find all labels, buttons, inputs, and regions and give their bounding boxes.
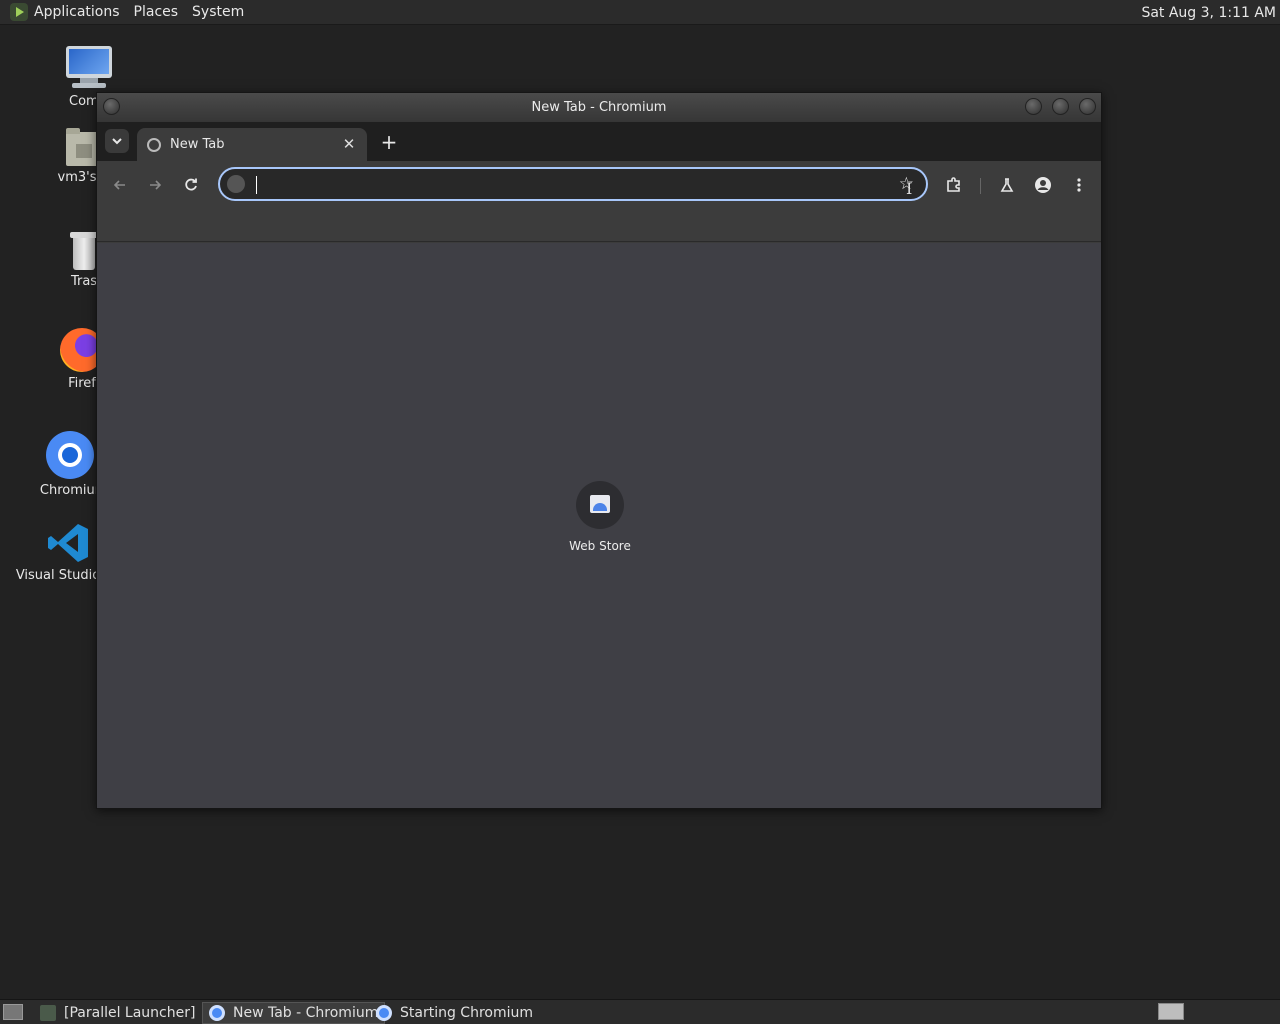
panel-clock[interactable]: Sat Aug 3, 1:11 AM xyxy=(1141,0,1276,25)
applications-menu-label: Applications xyxy=(34,4,120,20)
chevron-down-icon xyxy=(112,138,122,145)
web-store-icon xyxy=(590,495,610,513)
taskbar-item-starting-chromium[interactable]: Starting Chromium xyxy=(370,1002,539,1024)
close-window-icon[interactable] xyxy=(1079,98,1096,115)
distro-logo-icon xyxy=(10,3,28,21)
text-caret xyxy=(256,176,257,194)
new-tab-page: Web Store xyxy=(97,243,1101,808)
window-menu-icon[interactable] xyxy=(103,98,120,115)
arrow-left-icon xyxy=(113,180,125,190)
address-bar[interactable]: I ☆ xyxy=(218,167,928,201)
window-titlebar[interactable]: New Tab - Chromium xyxy=(97,93,1101,122)
vscode-icon xyxy=(46,522,90,564)
tab-new-tab[interactable]: New Tab ✕ xyxy=(137,128,367,161)
globe-icon xyxy=(147,137,161,152)
reload-button[interactable] xyxy=(179,173,203,197)
places-menu-label: Places xyxy=(133,4,179,20)
reload-icon xyxy=(185,178,197,191)
close-tab-icon[interactable]: ✕ xyxy=(339,134,359,154)
puzzle-icon xyxy=(947,177,960,192)
show-desktop-icon[interactable] xyxy=(3,1004,23,1020)
system-menu-label: System xyxy=(192,4,245,20)
desktop-icon-label: Visual Studio xyxy=(15,568,101,583)
bookmark-bar xyxy=(97,207,1101,242)
launcher-icon xyxy=(40,1005,56,1021)
labs-button[interactable] xyxy=(995,173,1019,197)
bottom-taskbar: [Parallel Launcher] New Tab - Chromium S… xyxy=(0,999,1280,1024)
search-engine-icon xyxy=(227,175,245,193)
tab-label: New Tab xyxy=(170,137,225,152)
system-menu[interactable]: System xyxy=(185,0,251,25)
profile-icon xyxy=(1035,177,1051,193)
window-title: New Tab - Chromium xyxy=(531,100,667,115)
new-tab-button[interactable]: + xyxy=(377,130,401,154)
kebab-menu-icon xyxy=(1077,178,1081,192)
trash-icon xyxy=(70,230,98,270)
top-panel: Applications Places System Sat Aug 3, 1:… xyxy=(0,0,1280,25)
chromium-icon xyxy=(209,1005,225,1021)
taskbar-item-parallel-launcher[interactable]: [Parallel Launcher] xyxy=(34,1002,201,1024)
shortcut-label: Web Store xyxy=(569,539,631,553)
shortcut-tile xyxy=(576,481,624,529)
forward-button[interactable] xyxy=(143,173,167,197)
desktop-icon-vscode[interactable]: Visual Studio xyxy=(8,522,108,583)
computer-icon xyxy=(64,46,112,90)
taskbar-item-label: Starting Chromium xyxy=(400,1005,533,1021)
back-button[interactable] xyxy=(108,173,132,197)
arrow-right-icon xyxy=(150,180,162,190)
flask-icon xyxy=(1000,178,1014,192)
chromium-icon xyxy=(46,431,94,479)
taskbar-item-label: New Tab - Chromium xyxy=(233,1005,379,1021)
browser-toolbar: I ☆ xyxy=(97,161,1101,207)
taskbar-item-new-tab-chromium[interactable]: New Tab - Chromium xyxy=(202,1002,386,1024)
chromium-window[interactable]: New Tab - Chromium New Tab ✕ + I ☆ Web S… xyxy=(96,92,1102,809)
menu-button[interactable] xyxy=(1067,173,1091,197)
profile-button[interactable] xyxy=(1031,173,1055,197)
bookmark-star-icon[interactable]: ☆ xyxy=(899,174,914,194)
minimize-icon[interactable] xyxy=(1025,98,1042,115)
applications-menu[interactable]: Applications xyxy=(0,0,127,25)
extensions-button[interactable] xyxy=(942,173,966,197)
shortcut-web-store[interactable]: Web Store xyxy=(550,481,650,553)
tab-search-button[interactable] xyxy=(105,129,129,153)
workspace-switcher[interactable] xyxy=(1158,1003,1184,1020)
taskbar-item-label: [Parallel Launcher] xyxy=(64,1005,196,1021)
maximize-icon[interactable] xyxy=(1052,98,1069,115)
toolbar-separator xyxy=(980,178,981,194)
tab-strip: New Tab ✕ + xyxy=(97,122,1101,161)
places-menu[interactable]: Places xyxy=(127,0,186,25)
omnibox-input[interactable] xyxy=(254,173,854,195)
chromium-icon xyxy=(376,1005,392,1021)
